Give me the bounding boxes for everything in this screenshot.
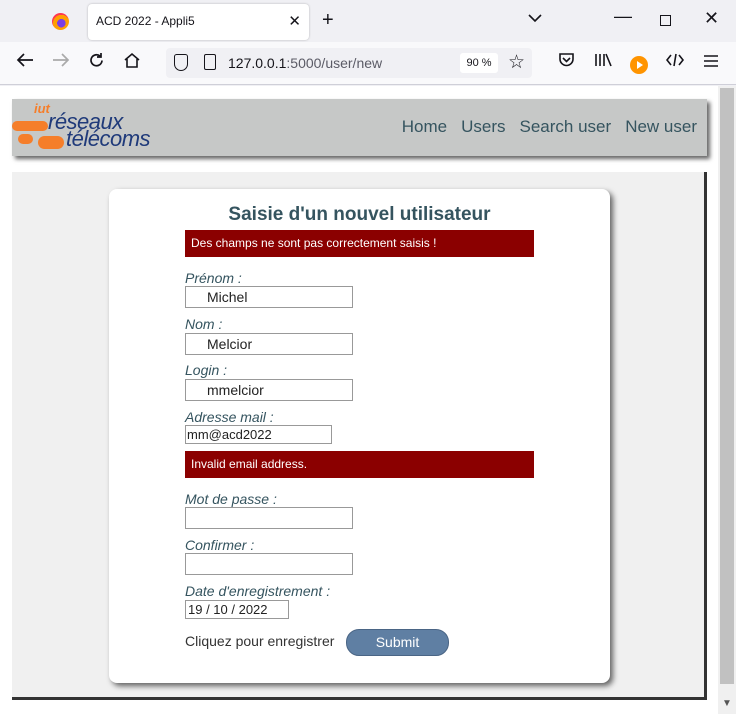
new-user-form: Saisie d'un nouvel utilisateur Des champ… (109, 189, 610, 683)
url-bar[interactable]: 127.0.0.1:5000/user/new 90 % ☆ (166, 48, 532, 78)
register-prompt: Cliquez pour enregistrer (185, 633, 335, 649)
scrollbar-thumb[interactable] (720, 88, 734, 684)
tab-title: ACD 2022 - Appli5 (96, 14, 195, 28)
vertical-scrollbar[interactable]: ▼ (718, 86, 736, 714)
shield-icon[interactable] (174, 54, 188, 71)
dev-tools-icon[interactable] (665, 52, 685, 72)
menu-home-link[interactable]: Home (402, 117, 447, 137)
password-input[interactable] (185, 507, 353, 529)
firefox-icon[interactable] (52, 13, 69, 30)
form-title: Saisie d'un nouvel utilisateur (228, 204, 491, 225)
minimize-icon[interactable]: — (614, 6, 632, 27)
form-error-banner: Des champs ne sont pas correctement sais… (185, 230, 534, 257)
prenom-input[interactable]: Michel (185, 286, 353, 308)
prenom-label: Prénom : (185, 270, 242, 286)
logo-line2: télécoms (66, 126, 151, 151)
new-tab-icon[interactable]: + (322, 9, 334, 32)
logo-shape (38, 136, 64, 149)
page-viewport: iut réseaux télécoms Home Users Search u… (0, 86, 736, 714)
nom-label: Nom : (185, 316, 223, 332)
main-area: Saisie d'un nouvel utilisateur Des champ… (12, 172, 707, 700)
date-label: Date d'enregistrement : (185, 583, 331, 599)
back-icon[interactable] (16, 52, 34, 72)
browser-nav-bar: 127.0.0.1:5000/user/new 90 % ☆ (0, 42, 736, 85)
password-label: Mot de passe : (185, 491, 277, 507)
menu-search-user-link[interactable]: Search user (520, 117, 612, 137)
browser-tab[interactable]: ACD 2022 - Appli5 ✕ (88, 4, 309, 40)
browser-tab-bar: ACD 2022 - Appli5 ✕ + — ✕ (0, 0, 736, 42)
media-extension-icon[interactable] (630, 56, 648, 74)
home-icon[interactable] (123, 52, 141, 73)
logo-shape (18, 134, 33, 144)
email-input[interactable]: mm@acd2022 (185, 425, 332, 444)
date-input[interactable]: 19 / 10 / 2022 (185, 600, 289, 619)
library-icon[interactable] (594, 52, 612, 72)
page-info-icon[interactable] (204, 54, 216, 70)
tab-list-chevron-icon[interactable] (528, 11, 542, 26)
site-header: iut réseaux télécoms Home Users Search u… (12, 99, 707, 156)
forward-icon[interactable] (52, 52, 70, 72)
submit-button[interactable]: Submit (346, 629, 449, 656)
site-menu: Home Users Search user New user (402, 117, 697, 137)
bookmark-star-icon[interactable]: ☆ (508, 51, 525, 74)
maximize-icon[interactable] (660, 15, 671, 26)
app-menu-icon[interactable] (703, 52, 719, 72)
nom-input[interactable]: Melcior (185, 333, 353, 355)
url-text[interactable]: 127.0.0.1:5000/user/new (228, 55, 382, 71)
zoom-level-badge[interactable]: 90 % (460, 53, 498, 73)
menu-users-link[interactable]: Users (461, 117, 505, 137)
reload-icon[interactable] (88, 52, 105, 73)
confirm-label: Confirmer : (185, 537, 255, 553)
logo-shape (12, 121, 48, 131)
confirm-password-input[interactable] (185, 553, 353, 575)
email-label: Adresse mail : (185, 409, 274, 425)
email-error-banner: Invalid email address. (185, 451, 534, 478)
menu-new-user-link[interactable]: New user (625, 117, 697, 137)
close-tab-icon[interactable]: ✕ (288, 12, 301, 30)
pocket-icon[interactable] (558, 52, 575, 72)
login-label: Login : (185, 362, 228, 378)
scroll-down-arrow-icon[interactable]: ▼ (722, 698, 732, 709)
site-logo[interactable]: iut réseaux télécoms (12, 101, 187, 153)
window-close-icon[interactable]: ✕ (704, 8, 719, 29)
login-input[interactable]: mmelcior (185, 379, 353, 401)
